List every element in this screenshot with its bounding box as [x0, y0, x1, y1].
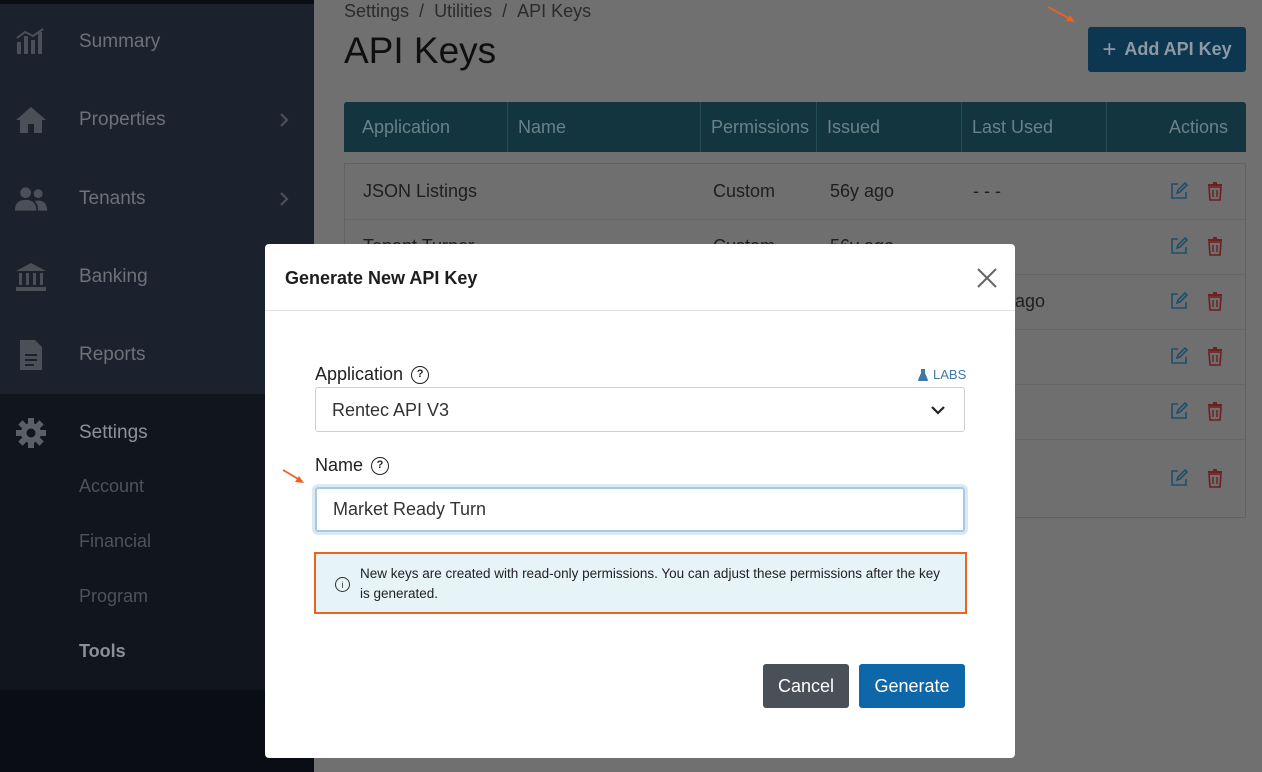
- bank-icon: [14, 260, 48, 294]
- gear-icon: [14, 416, 48, 450]
- page-title: API Keys: [344, 30, 497, 71]
- labs-badge: LABS: [917, 367, 966, 382]
- edit-icon[interactable]: [1169, 291, 1189, 311]
- edit-icon[interactable]: [1169, 236, 1189, 256]
- info-alert: i New keys are created with read-only pe…: [314, 552, 967, 614]
- info-alert-text: New keys are created with read-only perm…: [360, 566, 941, 601]
- cell-issued: 56y ago: [830, 181, 895, 201]
- flask-icon: [918, 368, 928, 381]
- chart-icon: [14, 25, 48, 59]
- breadcrumb-item: API Keys: [517, 1, 592, 21]
- cancel-button[interactable]: Cancel: [763, 664, 849, 708]
- trash-icon[interactable]: [1205, 468, 1225, 488]
- annotation-arrow-icon: [1047, 6, 1075, 22]
- generate-button[interactable]: Generate: [859, 664, 965, 708]
- trash-icon[interactable]: [1205, 401, 1225, 421]
- plus-icon: +: [1102, 35, 1117, 63]
- sidebar-item-label: Settings: [79, 422, 148, 443]
- breadcrumb-separator: /: [502, 1, 508, 21]
- cell-application: JSON Listings: [363, 181, 478, 201]
- chevron-down-icon: [931, 406, 945, 415]
- sidebar-item-label: Banking: [79, 266, 148, 287]
- breadcrumb-item[interactable]: Utilities: [434, 1, 492, 21]
- modal-header: Generate New API Key: [265, 244, 1015, 311]
- edit-icon[interactable]: [1169, 468, 1189, 488]
- application-select[interactable]: Rentec API V3: [315, 387, 965, 432]
- sidebar-item-properties[interactable]: Properties: [0, 90, 314, 150]
- sidebar-item-label: Reports: [79, 344, 146, 365]
- labs-label: LABS: [933, 367, 967, 382]
- column-header-name[interactable]: Name: [508, 102, 701, 152]
- edit-icon[interactable]: [1169, 181, 1189, 201]
- cell-last-used: - - -: [973, 181, 1001, 201]
- trash-icon[interactable]: [1205, 346, 1225, 366]
- subnav-tools[interactable]: Tools: [79, 641, 126, 662]
- close-icon[interactable]: [975, 266, 999, 290]
- subnav-account[interactable]: Account: [79, 476, 144, 497]
- column-header-actions: Actions: [1168, 117, 1228, 137]
- trash-icon[interactable]: [1205, 236, 1225, 256]
- add-api-key-label: Add API Key: [1124, 39, 1232, 59]
- help-icon[interactable]: ?: [371, 456, 390, 475]
- document-icon: [14, 338, 48, 372]
- sidebar-item-label: Tenants: [79, 188, 146, 209]
- home-icon: [14, 103, 48, 137]
- breadcrumb-separator: /: [419, 1, 425, 21]
- table-row: JSON Listings Custom 56y ago - - -: [345, 164, 1245, 220]
- cell-last-used: ago: [1015, 291, 1046, 311]
- table-header: Application Name Permissions Issued Last…: [344, 102, 1246, 152]
- sidebar-item-tenants[interactable]: Tenants: [0, 169, 314, 229]
- column-header-last-used[interactable]: Last Used: [962, 102, 1107, 152]
- chevron-right-icon: [280, 192, 289, 206]
- generate-api-key-modal: Generate New API Key Application ? LABS …: [265, 244, 1015, 758]
- annotation-arrow-icon: [282, 469, 304, 483]
- cell-permissions: Custom: [713, 181, 776, 201]
- application-field-label: Application ?: [315, 364, 430, 385]
- sidebar-item-label: Properties: [79, 109, 166, 130]
- sidebar-item-summary[interactable]: Summary: [0, 12, 314, 72]
- name-input[interactable]: [315, 487, 965, 532]
- chevron-right-icon: [280, 113, 289, 127]
- modal-title: Generate New API Key: [285, 268, 478, 288]
- info-icon: i: [335, 577, 350, 592]
- subnav-financial[interactable]: Financial: [79, 531, 151, 552]
- sidebar-item-label: Summary: [79, 31, 161, 52]
- name-label-text: Name: [315, 455, 364, 475]
- application-label-text: Application: [315, 364, 404, 384]
- trash-icon[interactable]: [1205, 291, 1225, 311]
- help-icon[interactable]: ?: [411, 365, 430, 384]
- column-header-issued[interactable]: Issued: [817, 102, 962, 152]
- edit-icon[interactable]: [1169, 346, 1189, 366]
- breadcrumb: Settings / Utilities / API Keys: [344, 1, 591, 22]
- users-icon: [14, 182, 48, 216]
- column-header-permissions[interactable]: Permissions: [701, 102, 817, 152]
- name-field-label: Name ?: [315, 455, 390, 476]
- add-api-key-button[interactable]: + Add API Key: [1088, 27, 1246, 72]
- column-header-application[interactable]: Application: [344, 102, 508, 152]
- edit-icon[interactable]: [1169, 401, 1189, 421]
- application-select-value: Rentec API V3: [332, 400, 450, 420]
- breadcrumb-item[interactable]: Settings: [344, 1, 409, 21]
- subnav-program[interactable]: Program: [79, 586, 148, 607]
- trash-icon[interactable]: [1205, 181, 1225, 201]
